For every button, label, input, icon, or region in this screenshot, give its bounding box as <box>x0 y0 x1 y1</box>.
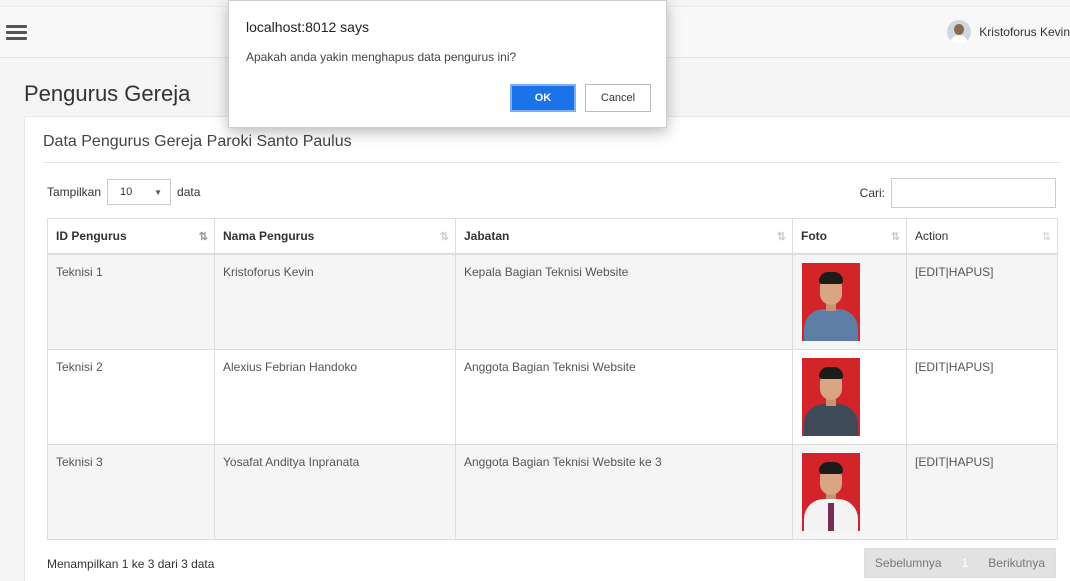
sort-icon: ⇅ <box>1041 231 1051 243</box>
pagination: Sebelumnya 1 Berikutnya <box>863 548 1056 578</box>
length-label-suffix: data <box>177 185 201 199</box>
pengurus-table: ID Pengurus ⇅ Nama Pengurus ⇅ Jabatan ⇅ Fot… <box>47 218 1058 540</box>
delete-link[interactable]: HAPUS] <box>949 360 994 374</box>
page-length-control: Tampilkan 10 ▼ data <box>47 179 200 205</box>
confirm-dialog: localhost:8012 says Apakah anda yakin me… <box>228 0 667 128</box>
edit-link[interactable]: [EDIT <box>915 265 946 279</box>
divider <box>43 162 1061 163</box>
table-row: Teknisi 2 Alexius Febrian Handoko Anggota … <box>47 348 1058 445</box>
previous-page-button[interactable]: Sebelumnya <box>865 549 952 577</box>
cell-id: Teknisi 2 <box>47 348 215 445</box>
search-label: Cari: <box>859 186 885 200</box>
table-row: Teknisi 1 Kristoforus Kevin Kepala Bagian … <box>47 253 1058 350</box>
dialog-title: localhost:8012 says <box>246 19 369 35</box>
cell-nama: Alexius Febrian Handoko <box>214 348 456 445</box>
user-menu[interactable]: Kristoforus Kevin <box>947 20 1070 44</box>
menu-toggle-icon[interactable] <box>6 21 28 43</box>
sort-icon: ⇅ <box>776 231 786 243</box>
sort-asc-icon: ⇅ <box>198 231 208 243</box>
column-header-nama[interactable]: Nama Pengurus ⇅ <box>214 218 456 255</box>
sort-icon: ⇅ <box>890 231 900 243</box>
avatar <box>947 20 972 44</box>
cell-foto <box>792 348 907 445</box>
ok-button[interactable]: OK <box>510 84 576 112</box>
data-panel: Data Pengurus Gereja Paroki Santo Paulus… <box>24 116 1070 581</box>
column-header-action[interactable]: Action ⇅ <box>906 218 1058 255</box>
sort-icon: ⇅ <box>439 231 449 243</box>
search-control: Cari: <box>860 178 1056 208</box>
page-length-value: 10 <box>120 186 133 198</box>
search-input[interactable] <box>891 178 1056 208</box>
member-photo <box>802 452 860 531</box>
delete-link[interactable]: HAPUS] <box>949 455 994 469</box>
cell-foto <box>792 253 907 350</box>
table-row: Teknisi 3 Yosafat Anditya Inpranata Anggot… <box>47 443 1058 540</box>
cell-action: [EDIT|HAPUS] <box>906 348 1058 445</box>
cell-action: [EDIT|HAPUS] <box>906 253 1058 350</box>
cell-jabatan: Anggota Bagian Teknisi Website <box>455 348 793 445</box>
table-info: Menampilkan 1 ke 3 dari 3 data <box>47 557 215 571</box>
page-length-select[interactable]: 10 ▼ <box>107 179 172 205</box>
user-name: Kristoforus Kevin <box>979 25 1070 39</box>
edit-link[interactable]: [EDIT <box>915 455 946 469</box>
cell-nama: Yosafat Anditya Inpranata <box>214 443 456 540</box>
member-photo <box>802 357 860 436</box>
cancel-button[interactable]: Cancel <box>585 84 651 112</box>
cell-action: [EDIT|HAPUS] <box>906 443 1058 540</box>
page-number-button[interactable]: 1 <box>951 549 979 577</box>
cell-jabatan: Kepala Bagian Teknisi Website <box>455 253 793 350</box>
member-photo <box>802 262 860 341</box>
cell-foto <box>792 443 907 540</box>
cell-nama: Kristoforus Kevin <box>214 253 456 350</box>
column-header-foto[interactable]: Foto ⇅ <box>792 218 907 255</box>
dialog-message: Apakah anda yakin menghapus data penguru… <box>246 50 517 64</box>
next-page-button[interactable]: Berikutnya <box>978 549 1055 577</box>
length-label-prefix: Tampilkan <box>47 185 102 199</box>
cell-jabatan: Anggota Bagian Teknisi Website ke 3 <box>455 443 793 540</box>
page-title: Pengurus Gereja <box>24 81 191 106</box>
panel-heading: Data Pengurus Gereja Paroki Santo Paulus <box>43 133 352 150</box>
chevron-down-icon: ▼ <box>154 187 163 197</box>
edit-link[interactable]: [EDIT <box>915 360 946 374</box>
cell-id: Teknisi 3 <box>47 443 215 540</box>
table-header-row: ID Pengurus ⇅ Nama Pengurus ⇅ Jabatan ⇅ Fot… <box>47 218 1058 255</box>
cell-id: Teknisi 1 <box>47 253 215 350</box>
column-header-jabatan[interactable]: Jabatan ⇅ <box>455 218 793 255</box>
column-header-id[interactable]: ID Pengurus ⇅ <box>47 218 215 255</box>
delete-link[interactable]: HAPUS] <box>949 265 994 279</box>
